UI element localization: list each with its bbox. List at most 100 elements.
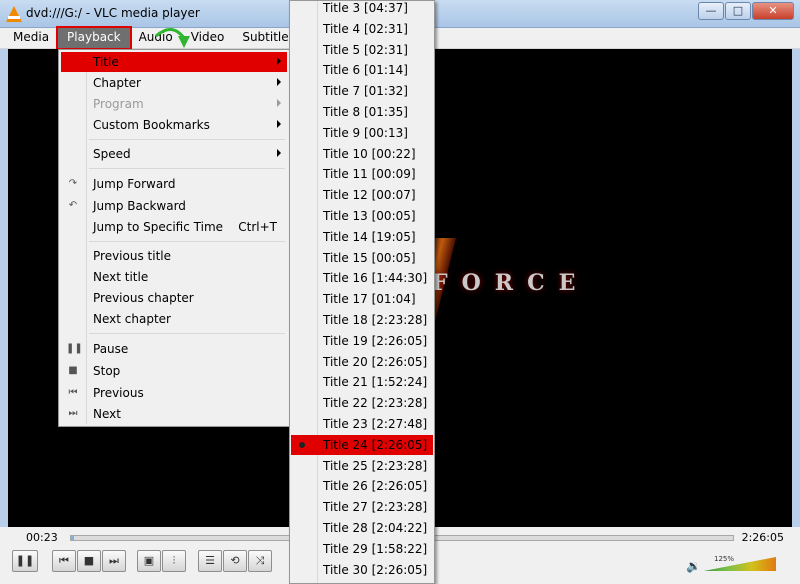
title-menu-item[interactable]: Title 3 [04:37]: [291, 0, 433, 18]
title-menu-item[interactable]: Title 30 [2:26:05]: [291, 560, 433, 580]
title-menu-item-label: Title 14 [19:05]: [323, 229, 416, 244]
menu-item-chapter[interactable]: Chapter: [61, 73, 287, 93]
title-menu-item[interactable]: Title 21 [1:52:24]: [291, 372, 433, 392]
title-menu-item-label: Title 15 [00:05]: [323, 250, 416, 265]
title-menu-item[interactable]: Title 8 [01:35]: [291, 102, 433, 122]
title-menu-item[interactable]: Title 19 [2:26:05]: [291, 331, 433, 351]
title-menu-item[interactable]: Title 25 [2:23:28]: [291, 456, 433, 476]
speaker-icon[interactable]: 🔉: [686, 559, 701, 573]
minimize-button[interactable]: —: [698, 2, 724, 20]
title-menu-item-label: Title 8 [01:35]: [323, 105, 408, 119]
loop-icon[interactable]: ⟲: [223, 550, 247, 572]
next-button[interactable]: ⏭: [102, 550, 126, 572]
title-menu-item-label: Title 20 [2:26:05]: [323, 354, 428, 369]
title-menu-item[interactable]: Title 24 [2:26:05]: [291, 434, 433, 455]
previous-button[interactable]: ⏮: [52, 550, 76, 572]
menu-item-label: Speed: [93, 147, 131, 161]
title-menu-item[interactable]: Title 9 [00:13]: [291, 123, 433, 143]
playback-menu: Title Chapter Program Custom Bookmarks S…: [58, 49, 290, 427]
equalizer-icon[interactable]: ⫶: [162, 550, 186, 572]
menu-item-title[interactable]: Title: [61, 52, 287, 72]
menu-item-previous[interactable]: ⏮ Previous: [61, 383, 287, 403]
menu-item-label: Custom Bookmarks: [93, 118, 210, 132]
menu-item-custom-bookmarks[interactable]: Custom Bookmarks: [61, 115, 287, 135]
menu-media[interactable]: Media: [4, 28, 58, 48]
title-menu-item[interactable]: Title 22 [2:23:28]: [291, 393, 433, 413]
menu-item-next[interactable]: ⏭ Next: [61, 404, 287, 424]
volume-label: 125%: [714, 555, 735, 563]
pause-button[interactable]: ❚❚: [12, 550, 38, 572]
menu-item-label: Stop: [93, 364, 121, 378]
title-menu-item-label: Title 25 [2:23:28]: [323, 458, 428, 473]
seek-bar-fill: [71, 536, 74, 540]
title-menu-item-label: Title 4 [02:31]: [323, 21, 408, 36]
menu-item-pause[interactable]: ❚❚ Pause: [61, 339, 287, 359]
menu-item-label: Previous title: [93, 249, 171, 263]
menu-item-previous-chapter[interactable]: Previous chapter: [61, 288, 287, 308]
fullscreen-icon[interactable]: ▣: [137, 550, 161, 572]
title-menu-item[interactable]: Title 17 [01:04]: [291, 289, 433, 309]
title-menu-item-label: Title 7 [01:32]: [323, 84, 408, 99]
menu-playback[interactable]: Playback: [56, 26, 132, 50]
title-menu-item[interactable]: Title 4 [02:31]: [291, 19, 433, 39]
title-menu-item-label: Title 18 [2:23:28]: [323, 313, 428, 327]
menu-item-speed[interactable]: Speed: [61, 144, 287, 164]
previous-icon: ⏮: [68, 387, 78, 398]
title-menu-item-label: Title 12 [00:07]: [323, 188, 416, 203]
title-menu-item-label: Title 11 [00:09]: [323, 167, 416, 182]
title-menu-item[interactable]: Title 5 [02:31]: [291, 40, 433, 60]
menu-item-label: Pause: [93, 342, 129, 356]
title-menu-item[interactable]: Title 28 [2:04:22]: [291, 518, 433, 538]
menu-item-next-title[interactable]: Next title: [61, 267, 287, 287]
title-menu-item[interactable]: Title 12 [00:07]: [291, 185, 433, 205]
menu-separator: [89, 168, 285, 169]
menu-item-jump-backward[interactable]: ↶ Jump Backward: [61, 196, 287, 216]
menu-subtitle[interactable]: Subtitle: [233, 28, 297, 48]
menu-item-label: Title: [93, 55, 119, 69]
title-menu-item[interactable]: Title 23 [2:27:48]: [291, 414, 433, 434]
title-menu-item[interactable]: Title 18 [2:23:28]: [291, 310, 433, 330]
jump-backward-icon: ↶: [68, 200, 78, 211]
title-menu-item[interactable]: Title 6 [01:14]: [291, 60, 433, 80]
menu-item-label: Jump Forward: [93, 177, 176, 191]
shuffle-icon[interactable]: ⤨: [248, 550, 272, 572]
menu-item-label: Previous: [93, 386, 144, 400]
title-menu-item-label: Title 24 [2:26:05]: [323, 437, 428, 452]
title-menu-item-label: Title 16 [1:44:30]: [323, 271, 428, 286]
close-button[interactable]: ✕: [752, 2, 794, 20]
title-menu-item-label: Title 27 [2:23:28]: [323, 500, 428, 515]
title-menu-item[interactable]: Title 20 [2:26:05]: [291, 352, 433, 372]
title-menu-item[interactable]: Title 15 [00:05]: [291, 248, 433, 268]
title-menu-item[interactable]: Title 10 [00:22]: [291, 144, 433, 164]
next-icon: ⏭: [68, 408, 78, 419]
title-menu-item-label: Title 28 [2:04:22]: [323, 521, 428, 535]
stop-button[interactable]: ■: [77, 550, 101, 572]
stop-icon: ■: [68, 365, 78, 376]
maximize-button[interactable]: □: [725, 2, 751, 20]
menu-item-jump-forward[interactable]: ↷ Jump Forward: [61, 174, 287, 194]
title-menu-item-label: Title 13 [00:05]: [323, 209, 416, 223]
menu-item-previous-title[interactable]: Previous title: [61, 246, 287, 266]
title-menu-item[interactable]: Title 26 [2:26:05]: [291, 476, 433, 496]
menu-item-label: Jump to Specific Time: [93, 220, 224, 234]
title-menu-item[interactable]: Title 13 [00:05]: [291, 206, 433, 226]
title-menu-item[interactable]: Title 29 [1:58:22]: [291, 539, 433, 559]
title-menu-item-label: Title 30 [2:26:05]: [323, 562, 428, 577]
title-menu-item-label: Title 22 [2:23:28]: [323, 396, 428, 411]
title-menu-item-label: Title 9 [00:13]: [323, 125, 408, 140]
menu-item-label: Previous chapter: [93, 291, 194, 305]
menu-item-stop[interactable]: ■ Stop: [61, 361, 287, 381]
title-menu-item[interactable]: Title 27 [2:23:28]: [291, 497, 433, 517]
playlist-icon[interactable]: ☰: [198, 550, 222, 572]
submenu-arrow-icon: [277, 78, 281, 86]
title-menu-item[interactable]: Title 14 [19:05]: [291, 227, 433, 247]
menu-item-jump-to-time[interactable]: Jump to Specific Time Ctrl+T: [61, 217, 287, 237]
title-menu-item[interactable]: Title 7 [01:32]: [291, 81, 433, 101]
menu-item-next-chapter[interactable]: Next chapter: [61, 309, 287, 329]
title-menu-item-label: Title 29 [1:58:22]: [323, 541, 428, 556]
selected-radio-icon: [299, 441, 305, 448]
title-menu-item[interactable]: Title 16 [1:44:30]: [291, 268, 433, 288]
title-menu-item[interactable]: Title 11 [00:09]: [291, 164, 433, 184]
total-time: 2:26:05: [741, 531, 784, 544]
menu-item-label: Jump Backward: [93, 199, 186, 213]
